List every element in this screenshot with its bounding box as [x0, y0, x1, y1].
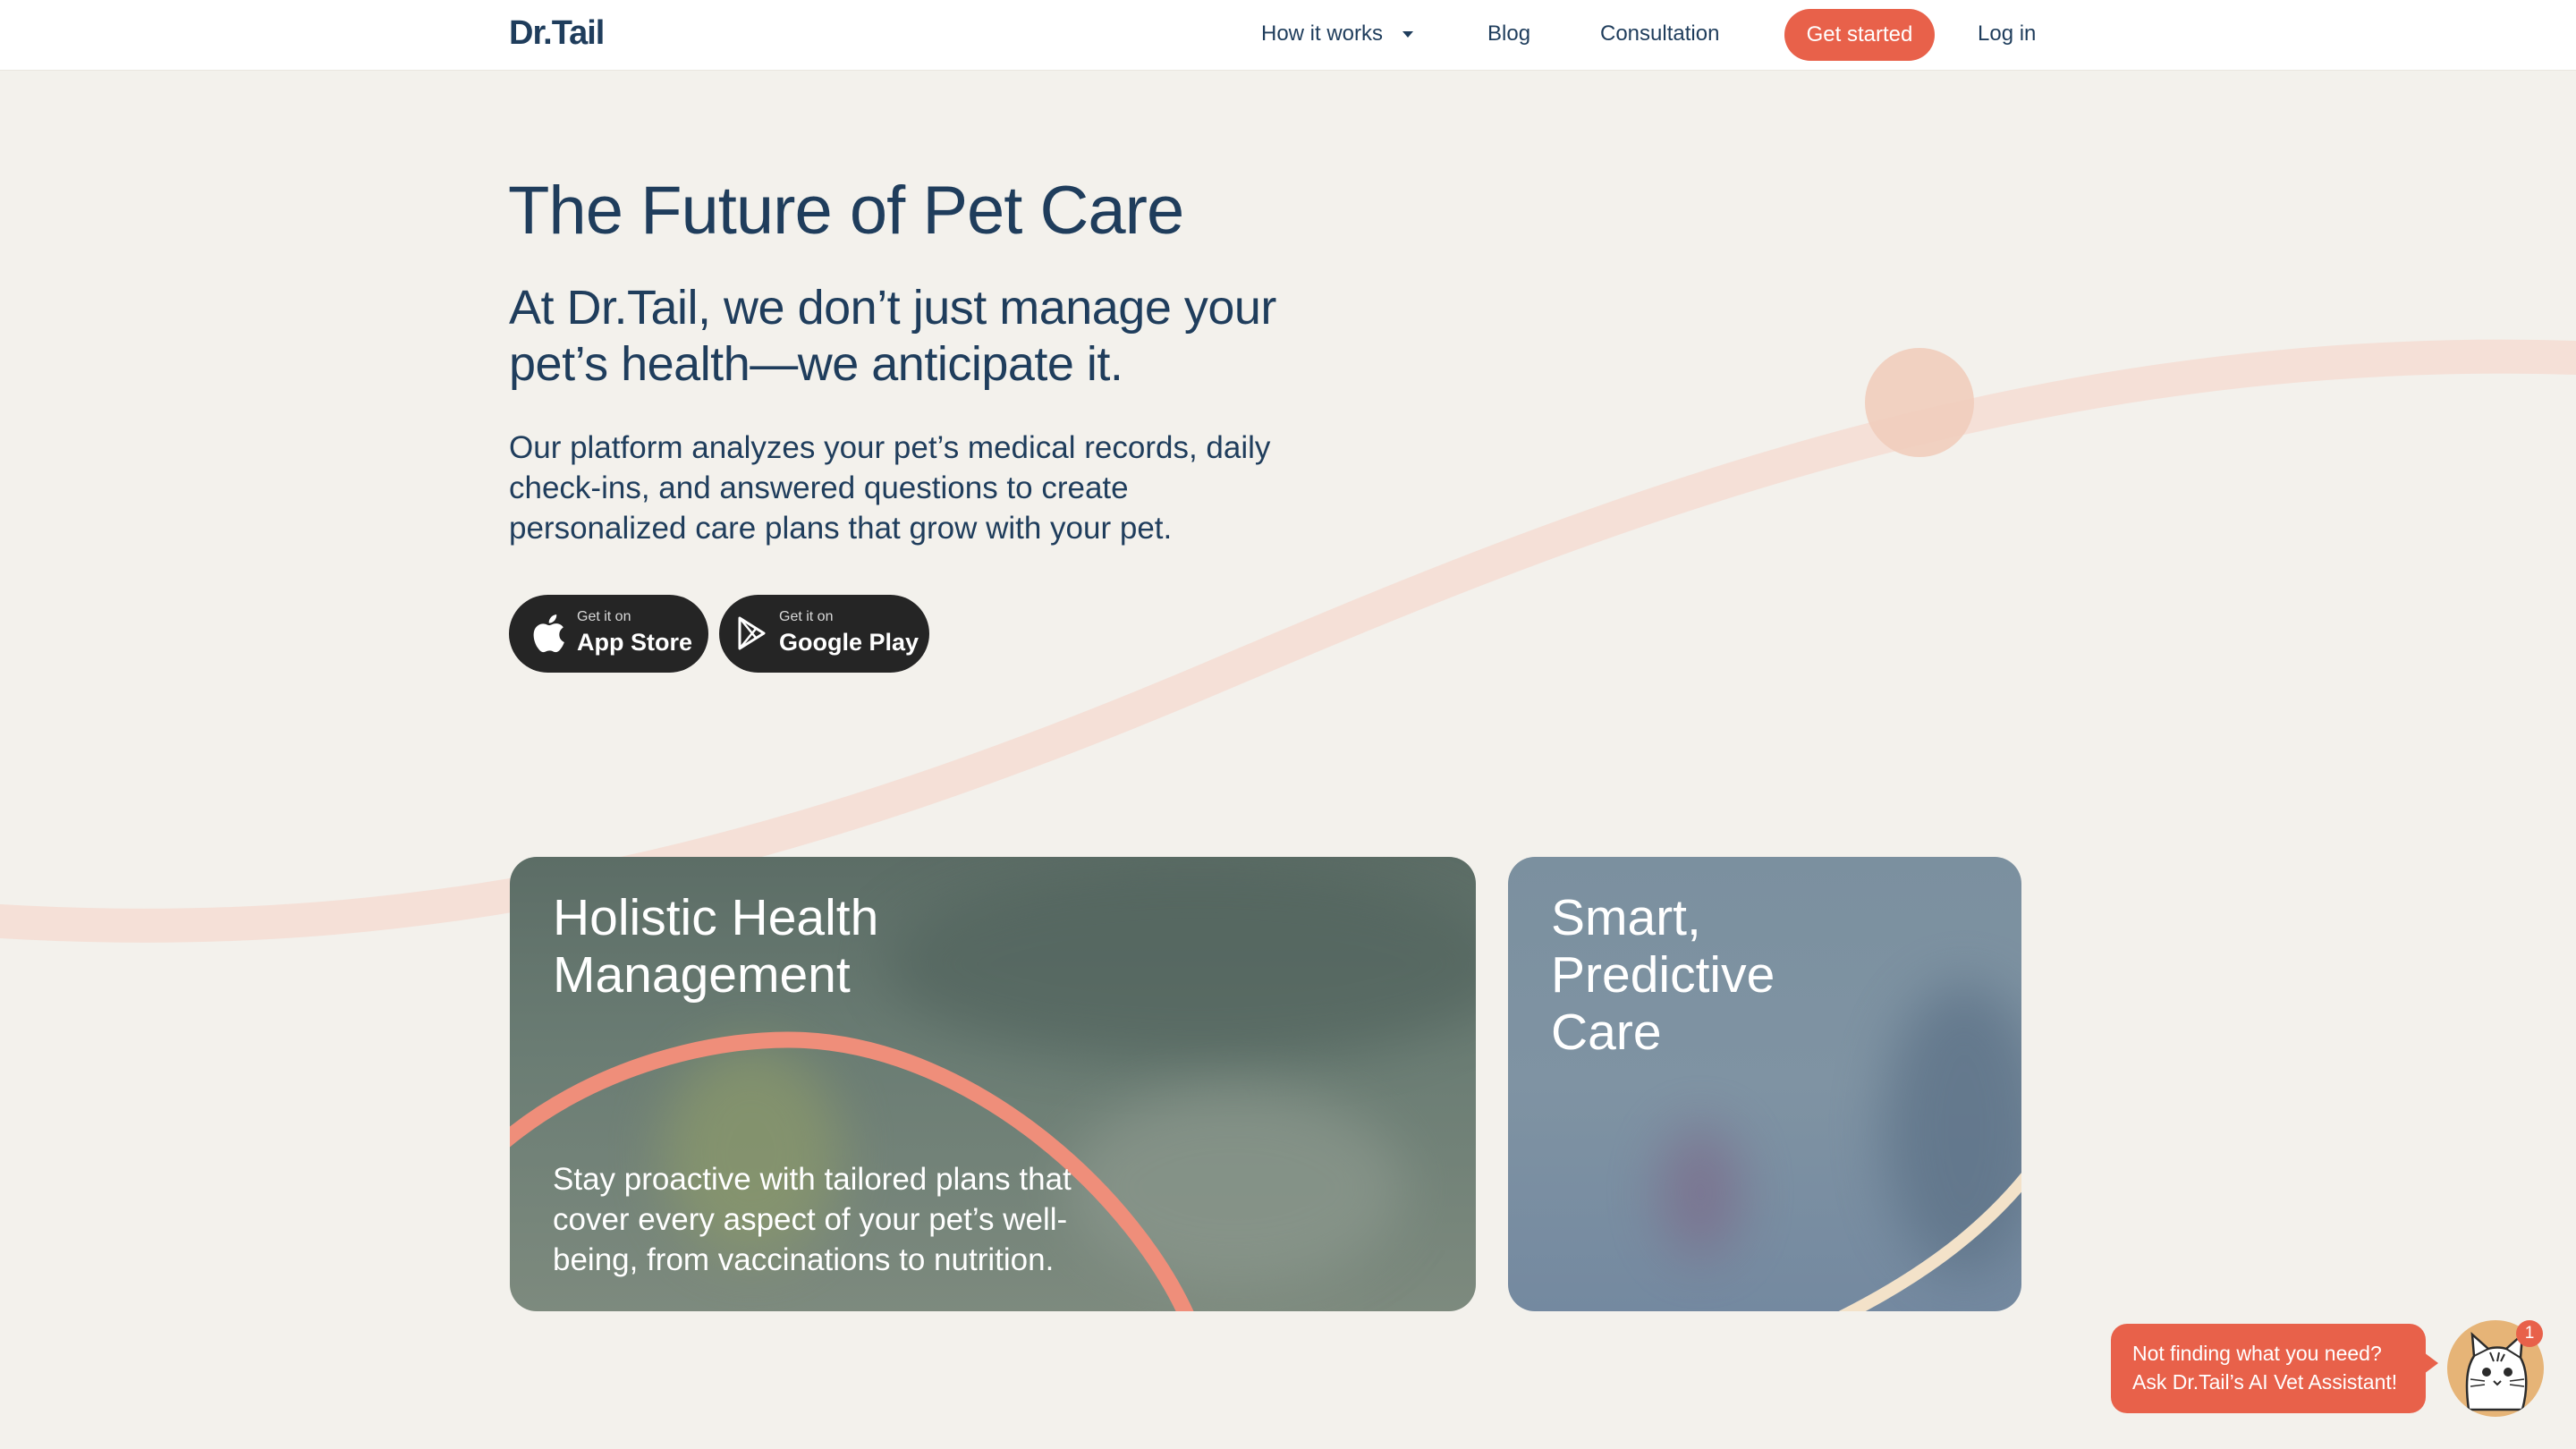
- logo[interactable]: Dr.Tail: [509, 14, 605, 53]
- bubble-tail: [2424, 1352, 2438, 1374]
- hero-subtitle: At Dr.Tail, we don’t just manage your pe…: [509, 281, 1276, 391]
- card-title-line: Predictive: [1551, 946, 1775, 1004]
- nav-how-it-works-label: How it works: [1261, 21, 1384, 46]
- site-header: Dr.Tail How it works Blog Consultation G…: [0, 0, 2576, 71]
- nav-blog[interactable]: Blog: [1487, 21, 1530, 47]
- get-started-button[interactable]: Get started: [1784, 9, 1935, 61]
- app-store-label: App Store: [577, 629, 693, 656]
- card-title-line: Holistic Health: [553, 889, 879, 946]
- chat-prompt-line: Ask Dr.Tail’s AI Vet Assistant!: [2132, 1370, 2398, 1394]
- google-play-button[interactable]: Get it on Google Play: [719, 595, 929, 673]
- smart-predictive-card[interactable]: Smart, Predictive Care: [1508, 857, 2021, 1311]
- hero-title: The Future of Pet Care: [508, 173, 1184, 249]
- google-play-caption: Get it on: [779, 609, 834, 624]
- google-play-icon: [737, 616, 767, 655]
- card-title-line: Smart,: [1551, 889, 1701, 946]
- app-store-button[interactable]: Get it on App Store: [509, 595, 708, 673]
- login-link[interactable]: Log in: [1978, 21, 2036, 47]
- apple-icon: [529, 613, 566, 658]
- card-title: Holistic Health Management: [553, 889, 878, 1004]
- chevron-down-icon: [1402, 31, 1414, 38]
- nav-how-it-works[interactable]: How it works: [1261, 21, 1414, 47]
- chat-prompt-line: Not finding what you need?: [2132, 1342, 2382, 1365]
- card-title: Smart, Predictive Care: [1551, 889, 1775, 1061]
- notification-badge: 1: [2516, 1320, 2543, 1347]
- holistic-health-card[interactable]: Holistic Health Management Stay proactiv…: [510, 857, 1476, 1311]
- app-store-caption: Get it on: [577, 609, 631, 624]
- ai-assistant-prompt[interactable]: Not finding what you need? Ask Dr.Tail’s…: [2111, 1324, 2438, 1413]
- card-title-line: Management: [553, 946, 851, 1004]
- card-title-line: Care: [1551, 1004, 1662, 1061]
- decor-circle: [1865, 348, 1974, 457]
- google-play-label: Google Play: [779, 629, 919, 656]
- nav-consultation[interactable]: Consultation: [1600, 21, 1719, 47]
- hero-description: Our platform analyzes your pet’s medical…: [509, 430, 1271, 546]
- card-description: Stay proactive with tailored plans that …: [553, 1162, 1072, 1277]
